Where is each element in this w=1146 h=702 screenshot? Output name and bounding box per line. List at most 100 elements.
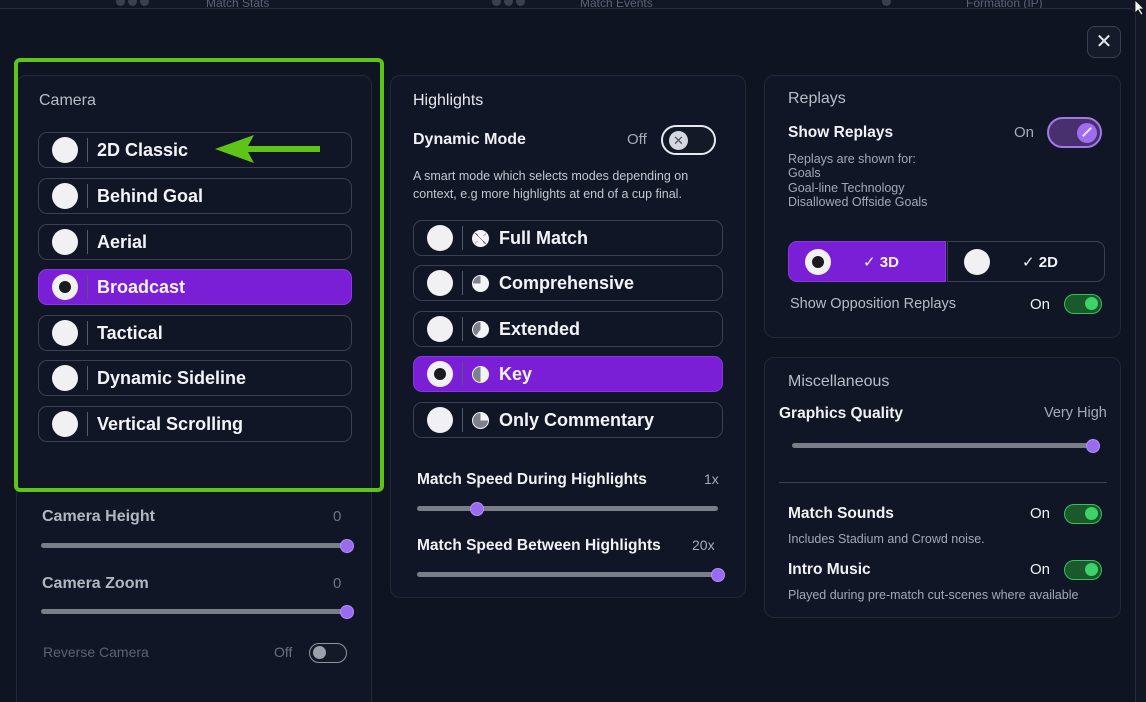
match-sounds-toggle[interactable] xyxy=(1064,504,1102,524)
intro-music-value: On xyxy=(1030,561,1051,578)
radio-button xyxy=(52,137,78,163)
radio-button xyxy=(52,365,78,391)
separator xyxy=(87,184,88,208)
opposition-replays-label: Show Opposition Replays xyxy=(790,296,957,312)
highlight-option[interactable]: Full Match xyxy=(413,220,723,256)
speed-between-label: Match Speed Between Highlights xyxy=(417,537,661,554)
replay-mode-3d[interactable]: ✓ 3D xyxy=(788,241,946,282)
highlight-level-icon xyxy=(472,365,489,383)
replays-offside: Disallowed Offside Goals xyxy=(788,195,928,209)
separator xyxy=(87,412,88,436)
graphics-quality-label: Graphics Quality xyxy=(779,405,904,422)
close-icon: ✕ xyxy=(1095,31,1113,53)
radio-button xyxy=(52,411,78,437)
camera-zoom-knob[interactable] xyxy=(340,605,354,619)
highlight-option[interactable]: Only Commentary xyxy=(413,402,723,438)
camera-option[interactable]: Broadcast xyxy=(38,269,352,305)
match-sounds-value: On xyxy=(1030,505,1051,522)
misc-divider xyxy=(779,482,1107,483)
camera-zoom-value: 0 xyxy=(333,575,342,592)
reverse-camera-toggle[interactable] xyxy=(309,643,347,663)
camera-height-slider[interactable] xyxy=(41,543,347,548)
separator xyxy=(87,138,88,162)
separator xyxy=(87,275,88,299)
close-button[interactable]: ✕ xyxy=(1087,26,1121,58)
separator xyxy=(462,226,463,250)
camera-option-label: Broadcast xyxy=(97,276,186,297)
radio-button xyxy=(427,361,453,387)
intro-music-description: Played during pre-match cut-scenes where… xyxy=(788,588,1079,602)
radio-button xyxy=(427,225,453,251)
radio-3d xyxy=(805,248,831,275)
radio-button xyxy=(427,316,453,342)
intro-music-label: Intro Music xyxy=(788,561,871,578)
replay-mode-3d-label: ✓ 3D xyxy=(863,253,899,271)
highlight-option[interactable]: Key xyxy=(413,356,723,392)
speed-between-knob[interactable] xyxy=(711,568,725,582)
radio-button xyxy=(427,270,453,296)
camera-option-label: Vertical Scrolling xyxy=(97,413,244,434)
speed-between-slider[interactable] xyxy=(417,572,718,577)
dynamic-mode-description-line2: context, e.g more highlights at end of a… xyxy=(413,187,682,201)
graphics-quality-slider[interactable] xyxy=(792,443,1093,448)
camera-option-label: Dynamic Sideline xyxy=(97,367,247,388)
camera-height-label: Camera Height xyxy=(42,508,155,525)
speed-during-slider[interactable] xyxy=(417,506,718,511)
speed-between-value: 20x xyxy=(692,537,715,553)
radio-button xyxy=(52,274,78,300)
match-sounds-description: Includes Stadium and Crowd noise. xyxy=(788,532,985,546)
replays-goal-line: Goal-line Technology xyxy=(788,181,905,195)
camera-zoom-slider[interactable] xyxy=(41,609,347,614)
radio-button xyxy=(52,320,78,346)
annotation-arrow-icon xyxy=(215,135,320,163)
highlight-level-icon xyxy=(472,411,489,429)
x-icon: ✕ xyxy=(669,131,688,150)
camera-option-label: Aerial xyxy=(97,231,148,252)
camera-option[interactable]: Tactical xyxy=(38,315,352,351)
match-sounds-label: Match Sounds xyxy=(788,505,894,522)
opposition-replays-toggle[interactable] xyxy=(1064,294,1102,314)
highlight-option[interactable]: Extended xyxy=(413,311,723,347)
radio-2d xyxy=(964,248,990,275)
camera-option-label: Behind Goal xyxy=(97,185,204,206)
camera-title: Camera xyxy=(39,92,96,109)
dynamic-mode-toggle[interactable]: ✕ xyxy=(661,125,716,155)
separator xyxy=(87,230,88,254)
separator xyxy=(462,408,463,432)
highlight-option[interactable]: Comprehensive xyxy=(413,265,723,301)
highlight-option-label: Comprehensive xyxy=(499,272,635,293)
separator xyxy=(462,271,463,295)
highlight-level-icon xyxy=(472,320,489,338)
camera-height-knob[interactable] xyxy=(340,539,354,553)
dynamic-mode-description-line1: A smart mode which selects modes dependi… xyxy=(413,169,689,183)
camera-option-label: 2D Classic xyxy=(97,139,189,160)
camera-option[interactable]: Vertical Scrolling xyxy=(38,406,352,442)
cursor-icon xyxy=(1134,0,1145,16)
highlight-option-label: Key xyxy=(499,363,533,384)
replay-mode-2d[interactable]: ✓ 2D xyxy=(947,241,1105,282)
speed-during-label: Match Speed During Highlights xyxy=(417,471,647,488)
camera-option[interactable]: Behind Goal xyxy=(38,178,352,214)
camera-option-label: Tactical xyxy=(97,322,163,343)
show-replays-toggle[interactable] xyxy=(1047,117,1102,148)
separator xyxy=(87,321,88,345)
radio-button xyxy=(52,229,78,255)
replay-mode-2d-label: ✓ 2D xyxy=(1022,253,1058,271)
misc-title: Miscellaneous xyxy=(788,373,890,390)
camera-option[interactable]: Aerial xyxy=(38,224,352,260)
graphics-quality-knob[interactable] xyxy=(1086,439,1100,453)
radio-button xyxy=(427,407,453,433)
highlights-title: Highlights xyxy=(413,92,484,109)
replays-goals: Goals xyxy=(788,166,821,180)
highlight-option-label: Full Match xyxy=(499,227,588,248)
camera-zoom-label: Camera Zoom xyxy=(42,575,149,592)
separator xyxy=(462,362,463,386)
show-replays-label: Show Replays xyxy=(788,124,894,141)
intro-music-toggle[interactable] xyxy=(1064,560,1102,580)
opposition-replays-value: On xyxy=(1030,296,1051,313)
dynamic-mode-value: Off xyxy=(627,131,647,148)
reverse-camera-value: Off xyxy=(274,644,293,660)
reverse-camera-label: Reverse Camera xyxy=(43,644,149,660)
radio-button xyxy=(52,183,78,209)
camera-option[interactable]: Dynamic Sideline xyxy=(38,360,352,396)
